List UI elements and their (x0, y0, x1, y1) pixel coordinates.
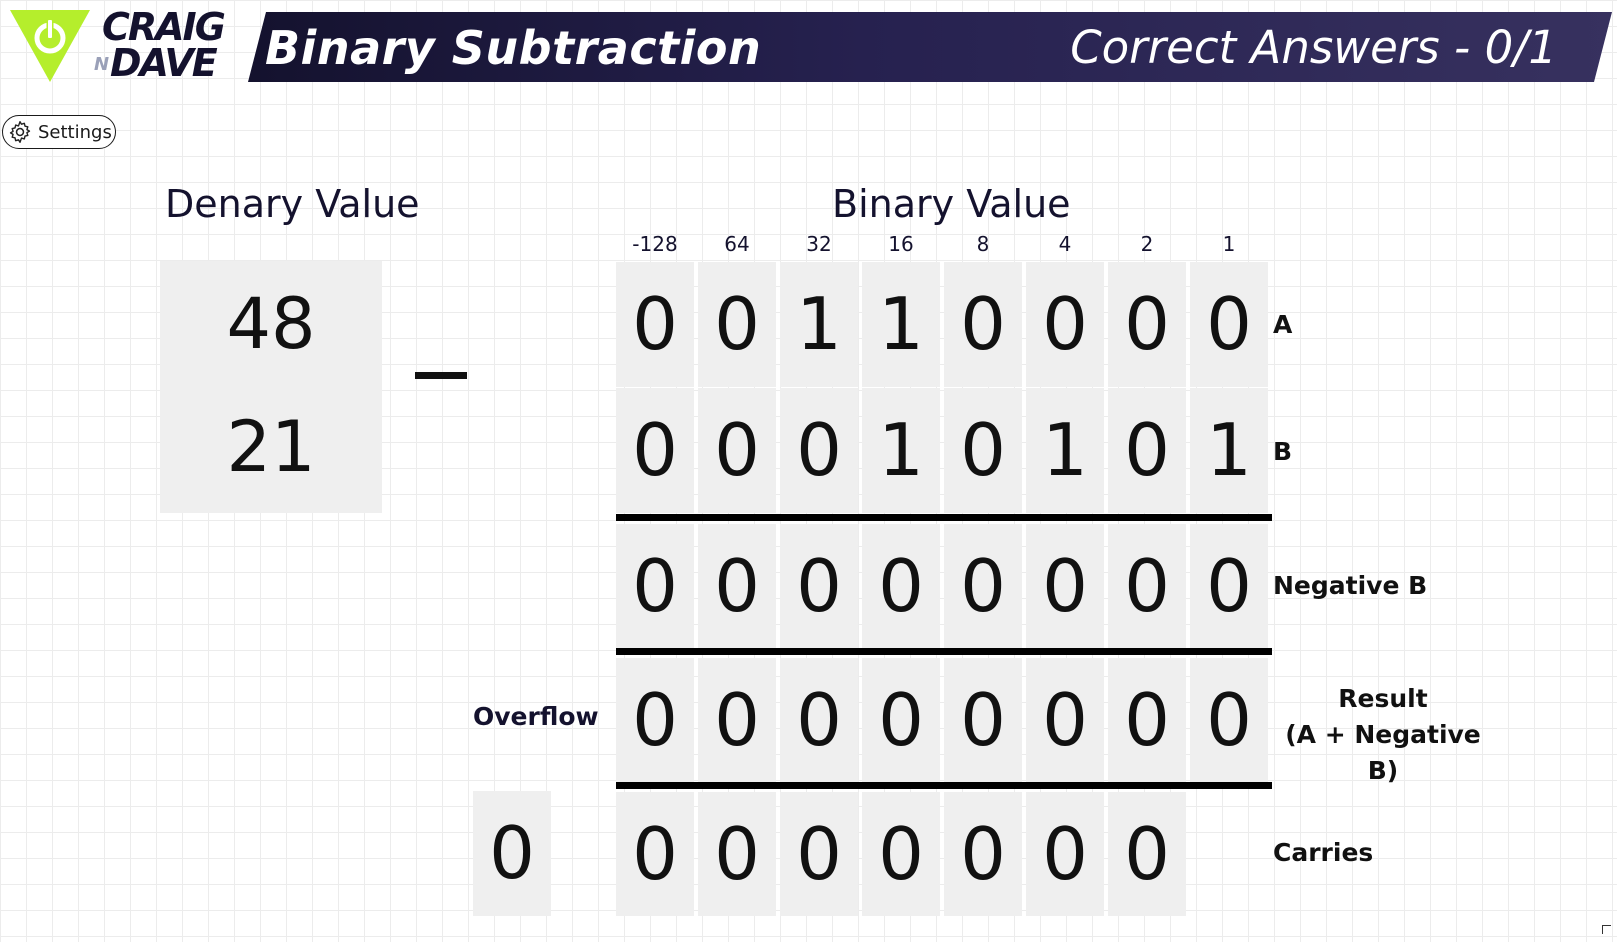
overflow-label: Overflow (473, 702, 599, 731)
binary-heading: Binary Value (832, 182, 1071, 226)
bit-cell-result[interactable]: 0 (944, 658, 1022, 782)
bit-cell-a: 0 (1026, 262, 1104, 387)
bit-cell-result[interactable]: 0 (616, 658, 694, 782)
bit-cell-b: 1 (862, 388, 940, 513)
denary-value-a: 48 (226, 283, 316, 365)
place-value-label: 2 (1140, 232, 1154, 256)
bit-cell-carries[interactable]: 0 (862, 792, 940, 916)
divider-line (616, 782, 1272, 789)
row-label-a: A (1273, 310, 1293, 339)
place-value-label: 8 (976, 232, 990, 256)
bit-cell-negative-b[interactable]: 0 (1108, 524, 1186, 648)
bit-cell-negative-b[interactable]: 0 (862, 524, 940, 648)
bit-cell-a: 0 (1190, 262, 1268, 387)
bit-cell-a: 1 (862, 262, 940, 387)
settings-label: Settings (38, 121, 112, 143)
row-label-negative-b: Negative B (1273, 571, 1428, 600)
bit-cell-b: 0 (1108, 388, 1186, 513)
bit-cell-carries[interactable]: 0 (944, 792, 1022, 916)
bit-cell-a: 1 (780, 262, 858, 387)
bit-cell-result[interactable]: 0 (780, 658, 858, 782)
place-value-label: -128 (632, 232, 678, 256)
bit-cell-carries[interactable]: 0 (1108, 792, 1186, 916)
bit-cell-a: 0 (944, 262, 1022, 387)
bit-cell-b: 0 (780, 388, 858, 513)
bit-cell-carries[interactable]: 0 (1026, 792, 1104, 916)
denary-values-box: 48 21 (160, 261, 382, 513)
bit-cell-b: 1 (1190, 388, 1268, 513)
bit-cell-b: 1 (1026, 388, 1104, 513)
overflow-bit[interactable]: 0 (473, 791, 551, 916)
resize-corner-icon (1602, 925, 1611, 934)
place-value-label: 4 (1058, 232, 1072, 256)
bit-cell-negative-b[interactable]: 0 (1026, 524, 1104, 648)
denary-value-b: 21 (226, 406, 316, 488)
page-title: Binary Subtraction (265, 21, 762, 75)
bit-cell-negative-b[interactable]: 0 (698, 524, 776, 648)
place-value-label: 64 (724, 232, 750, 256)
divider-line (616, 514, 1272, 521)
bit-cell-carries[interactable]: 0 (616, 792, 694, 916)
bit-cell-negative-b[interactable]: 0 (780, 524, 858, 648)
bit-cell-b: 0 (698, 388, 776, 513)
bit-cell-negative-b[interactable]: 0 (1190, 524, 1268, 648)
bit-cell-carries[interactable]: 0 (780, 792, 858, 916)
bit-cell-a: 0 (1108, 262, 1186, 387)
gear-icon (9, 121, 31, 143)
row-label-result: Result (A + Negative B) (1273, 681, 1493, 789)
row-label-b: B (1273, 437, 1293, 466)
result-label-line2: (A + Negative B) (1285, 720, 1481, 785)
result-label-line1: Result (1338, 684, 1428, 713)
bit-cell-negative-b[interactable]: 0 (944, 524, 1022, 648)
place-value-label: 16 (888, 232, 914, 256)
bit-cell-carries[interactable]: 0 (698, 792, 776, 916)
settings-button[interactable]: Settings (2, 115, 116, 149)
brand-name-n: N (94, 54, 110, 75)
bit-cell-result[interactable]: 0 (1108, 658, 1186, 782)
bit-cell-result[interactable]: 0 (698, 658, 776, 782)
bit-cell-a: 0 (616, 262, 694, 387)
bit-cell-b: 0 (616, 388, 694, 513)
bit-cell-b: 0 (944, 388, 1022, 513)
bit-cell-result[interactable]: 0 (862, 658, 940, 782)
bit-cell-result[interactable]: 0 (1026, 658, 1104, 782)
denary-heading: Denary Value (165, 182, 420, 226)
row-label-carries: Carries (1273, 838, 1374, 867)
divider-line (616, 648, 1272, 655)
place-value-label: 1 (1222, 232, 1236, 256)
bit-cell-a: 0 (698, 262, 776, 387)
power-logo-icon (10, 10, 90, 82)
minus-icon (415, 372, 467, 379)
bit-cell-negative-b[interactable]: 0 (616, 524, 694, 648)
place-value-label: 32 (806, 232, 832, 256)
score-counter: Correct Answers - 0/1 (1070, 21, 1557, 74)
brand-name-dave: DAVE (110, 41, 218, 85)
bit-cell-result[interactable]: 0 (1190, 658, 1268, 782)
